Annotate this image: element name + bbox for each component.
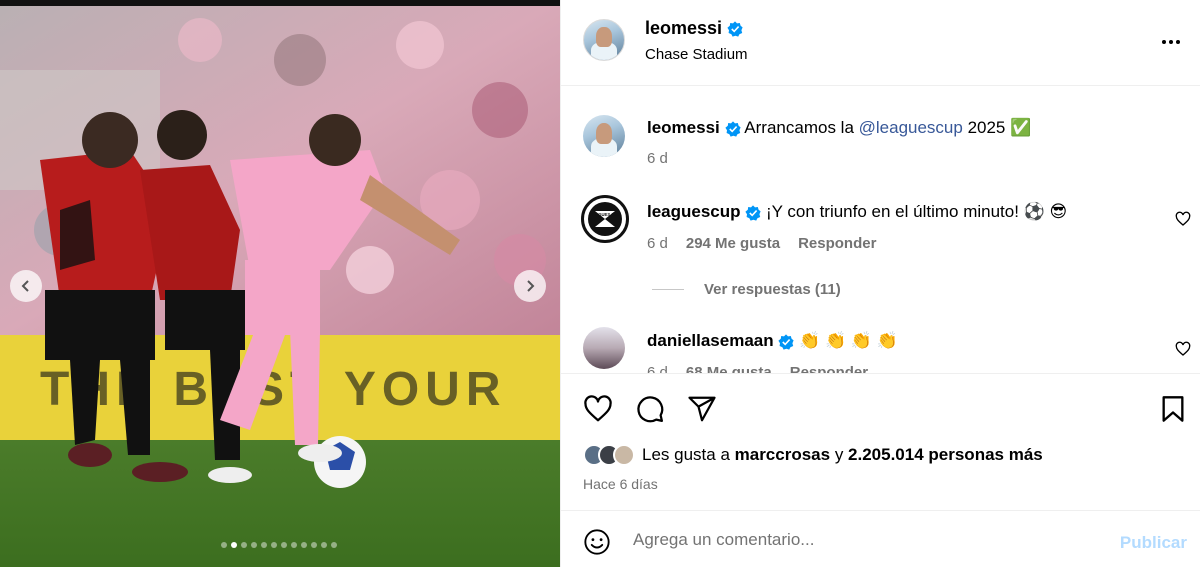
author-avatar[interactable]: [583, 19, 625, 61]
commenter-avatar[interactable]: LEAGUES CUP: [581, 195, 629, 243]
comment-like-button[interactable]: [1175, 211, 1191, 232]
comment-button[interactable]: [635, 394, 665, 429]
ad-board-text: THE BEST YOUR: [40, 363, 507, 416]
comment-body: ¡Y con triunfo en el último minuto! ⚽ 😎: [766, 202, 1068, 221]
slide-dot: [221, 542, 227, 548]
save-button[interactable]: [1159, 394, 1187, 429]
chevron-right-icon: [527, 280, 535, 292]
comment-body: 👏 👏 👏 👏: [799, 331, 898, 350]
author-name[interactable]: leomessi: [645, 18, 743, 39]
heart-icon: [1175, 341, 1191, 356]
comment-time[interactable]: 6 d: [647, 364, 668, 373]
previous-slide-button[interactable]: [10, 270, 42, 302]
commenter-username[interactable]: daniellasemaan: [647, 331, 774, 350]
comment-like-count[interactable]: 68 Me gusta: [686, 364, 772, 373]
slide-dot: [281, 542, 287, 548]
slide-dot: [301, 542, 307, 548]
comment-meta: 6 d 294 Me gusta Responder: [647, 235, 876, 252]
next-slide-button[interactable]: [514, 270, 546, 302]
post-actions: Les gusta a marccrosas y 2.205.014 perso…: [561, 373, 1200, 510]
verified-badge-icon: [778, 333, 794, 350]
liker-avatar[interactable]: [613, 444, 635, 466]
comment-composer: Publicar: [561, 510, 1200, 567]
post-details-panel: leomessi Chase Stadium leomessi Arrancam…: [560, 0, 1200, 567]
slide-indicator: [0, 542, 559, 548]
comment-input[interactable]: [633, 525, 1093, 555]
caption-username[interactable]: leomessi: [647, 118, 720, 137]
comment-like-count[interactable]: 294 Me gusta: [686, 235, 780, 252]
comment-text: leaguescup ¡Y con triunfo en el último m…: [647, 201, 1067, 223]
post-timestamp[interactable]: Hace 6 días: [583, 476, 658, 492]
likes-count[interactable]: 2.205.014 personas más: [848, 445, 1043, 464]
bookmark-icon: [1162, 396, 1184, 422]
view-replies-button[interactable]: Ver respuestas (11): [652, 281, 841, 298]
likes-text: Les gusta a marccrosas y 2.205.014 perso…: [642, 445, 1043, 465]
leagues-cup-logo: LEAGUES CUP: [588, 202, 622, 236]
caption-avatar[interactable]: [583, 115, 625, 157]
author-username[interactable]: leomessi: [645, 18, 722, 39]
verified-badge-icon: [724, 120, 741, 137]
slide-dot: [271, 542, 277, 548]
more-options-button[interactable]: [1159, 30, 1183, 59]
commenter-avatar[interactable]: [583, 327, 625, 369]
slide-dot: [261, 542, 267, 548]
comments-list[interactable]: leomessi Arrancamos la @leaguescup 2025 …: [561, 87, 1200, 373]
slide-dot: [331, 542, 337, 548]
share-button[interactable]: [687, 394, 717, 429]
replies-divider: [652, 289, 684, 290]
post-location[interactable]: Chase Stadium: [645, 46, 748, 63]
reply-button[interactable]: Responder: [798, 235, 876, 252]
slide-dot: [321, 542, 327, 548]
emoji-button[interactable]: [583, 528, 611, 561]
caption-mention-link[interactable]: @leaguescup: [859, 118, 963, 137]
chevron-left-icon: [21, 280, 29, 292]
post-media[interactable]: THE BEST YOUR: [0, 0, 560, 567]
verified-badge-icon: [745, 204, 761, 221]
slide-dot: [311, 542, 317, 548]
slide-dot: [231, 542, 237, 548]
caption-text: leomessi Arrancamos la @leaguescup 2025 …: [647, 117, 1031, 139]
publish-button[interactable]: Publicar: [1120, 533, 1187, 553]
share-icon: [688, 396, 716, 422]
reply-button[interactable]: Responder: [790, 364, 868, 373]
caption-body-end: 2025 ✅: [962, 118, 1032, 137]
post-photo: THE BEST YOUR: [0, 0, 560, 567]
heart-icon: [584, 395, 612, 422]
caption-body-start: Arrancamos la: [744, 118, 859, 137]
caption-time[interactable]: 6 d: [647, 150, 668, 167]
caption-meta: 6 d: [647, 150, 668, 167]
comment-time[interactable]: 6 d: [647, 235, 668, 252]
slide-dot: [241, 542, 247, 548]
comment-like-button[interactable]: [1175, 341, 1191, 362]
heart-icon: [1175, 211, 1191, 226]
liker-username[interactable]: marccrosas: [735, 445, 830, 464]
more-options-icon: [1162, 40, 1180, 44]
slide-dot: [251, 542, 257, 548]
likes-middle: y: [830, 445, 849, 464]
verified-badge-icon: [727, 20, 743, 37]
post-header: leomessi Chase Stadium: [561, 0, 1200, 86]
emoji-icon: [584, 529, 610, 555]
slide-dot: [291, 542, 297, 548]
view-replies-label[interactable]: Ver respuestas (11): [704, 281, 841, 298]
comment-meta: 6 d 68 Me gusta Responder: [647, 364, 868, 373]
logo-label: LEAGUES CUP: [590, 212, 620, 217]
commenter-username[interactable]: leaguescup: [647, 202, 741, 221]
likes-prefix: Les gusta a: [642, 445, 735, 464]
comment-text: daniellasemaan 👏 👏 👏 👏: [647, 330, 898, 352]
comment-icon: [637, 396, 664, 423]
likes-summary: Les gusta a marccrosas y 2.205.014 perso…: [583, 444, 1043, 466]
like-button[interactable]: [583, 394, 613, 429]
